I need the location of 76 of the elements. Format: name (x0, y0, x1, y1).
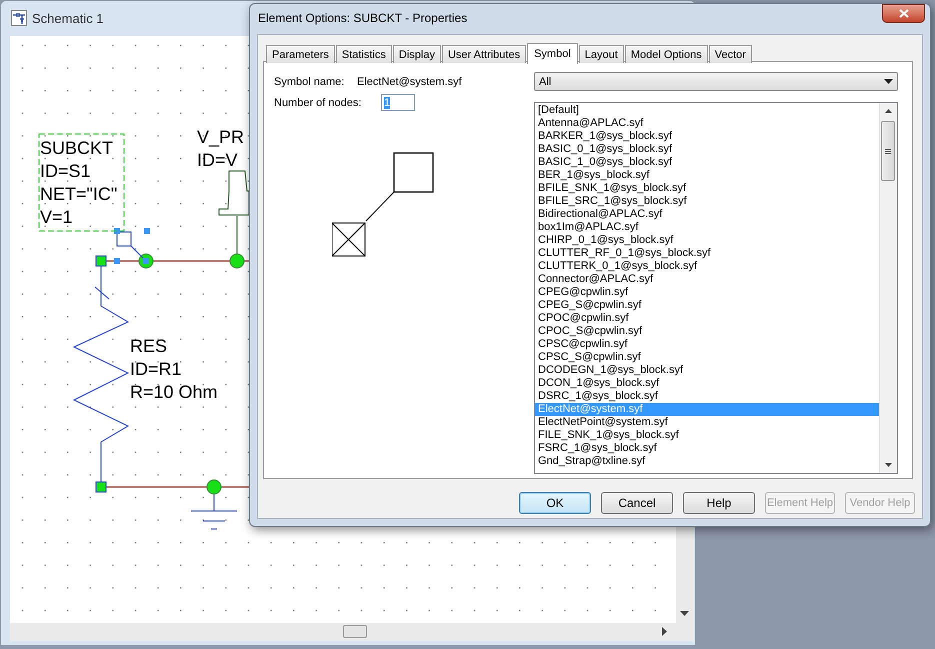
tab[interactable]: User Attributes (442, 45, 526, 63)
list-item[interactable]: BASIC_0_1@sys_block.syf (535, 143, 879, 156)
list-item[interactable]: CPOC@cpwlin.syf (535, 312, 879, 325)
list-item[interactable]: BASIC_1_0@sys_block.syf (535, 156, 879, 169)
grip-icon (885, 148, 891, 154)
list-item[interactable]: Antenna@APLAC.syf (535, 117, 879, 130)
scroll-thumb[interactable] (343, 625, 367, 638)
connection-node (230, 254, 244, 268)
component-property: ID=R1 (130, 359, 182, 379)
component-property: V=1 (40, 207, 73, 227)
tab[interactable]: Display (392, 45, 441, 63)
list-item[interactable]: CLUTTERK_0_1@sys_block.syf (535, 260, 879, 273)
scroll-up-icon[interactable] (885, 109, 892, 113)
list-item[interactable]: DCODEGN_1@sys_block.syf (535, 364, 879, 377)
list-item[interactable]: BARKER_1@sys_block.syf (535, 130, 879, 143)
list-item[interactable]: box1Im@APLAC.syf (535, 221, 879, 234)
list-item[interactable]: FSRC_1@sys_block.syf (535, 442, 879, 455)
close-icon (898, 9, 908, 18)
list-item[interactable]: CPEG_S@cpwlin.syf (535, 299, 879, 312)
component-property: SUBCKT (40, 138, 114, 158)
scroll-down-icon[interactable] (680, 611, 689, 617)
close-button[interactable] (882, 4, 925, 23)
tab[interactable]: Parameters (266, 45, 335, 63)
list-item[interactable]: Bidirectional@APLAC.syf (535, 208, 879, 221)
list-item[interactable]: CPOC_S@cpwlin.syf (535, 325, 879, 338)
list-item[interactable]: [Default] (535, 104, 879, 117)
pin-node (96, 482, 106, 492)
dialog-button[interactable]: Cancel (601, 492, 673, 514)
field-label: Number of nodes: (274, 96, 362, 108)
tab[interactable]: Model Options (624, 45, 708, 63)
dialog-title: Element Options: SUBCKT - Properties (258, 11, 468, 25)
selection-handle[interactable] (114, 258, 120, 264)
schematic-icon (11, 10, 27, 26)
list-item[interactable]: BFILE_SNK_1@sys_block.syf (535, 182, 879, 195)
scroll-down-icon[interactable] (885, 463, 892, 467)
scroll-right-icon[interactable] (662, 627, 668, 636)
component-property: R=10 Ohm (130, 382, 218, 402)
dialog-button[interactable]: OK (519, 492, 591, 514)
list-item[interactable]: CPSC_S@cpwlin.syf (535, 351, 879, 364)
tab[interactable]: Statistics (336, 45, 392, 63)
subcircuit-port (116, 232, 144, 260)
field-label: Symbol name: (274, 76, 346, 88)
wire (236, 216, 238, 254)
list-item[interactable]: CLUTTER_RF_0_1@sys_block.syf (535, 247, 879, 260)
list-item[interactable]: BER_1@sys_block.syf (535, 169, 879, 182)
connection-node (206, 480, 222, 494)
list-item[interactable]: DSRC_1@sys_block.syf (535, 390, 879, 403)
list-item[interactable]: BFILE_SRC_1@sys_block.syf (535, 195, 879, 208)
component-property: ID=S1 (40, 161, 91, 181)
tab[interactable]: Symbol (527, 43, 578, 64)
dialog-button[interactable]: Help (683, 492, 755, 514)
tab[interactable]: Vector (708, 45, 752, 63)
list-item[interactable]: CPEG@cpwlin.syf (535, 286, 879, 299)
selection-handle[interactable] (144, 228, 150, 234)
component-property: RES (130, 336, 168, 356)
component-property: ID=V (197, 150, 238, 170)
window-title: Schematic 1 (32, 10, 104, 26)
dropdown-arrow-icon (884, 78, 893, 84)
list-item[interactable]: ElectNetPoint@system.syf (535, 416, 879, 429)
list-item[interactable]: DCON_1@sys_block.syf (535, 377, 879, 390)
list-item[interactable]: FILE_SNK_1@sys_block.syf (535, 429, 879, 442)
list-item[interactable]: Gnd_Strap@txline.syf (535, 455, 879, 468)
pin-node (96, 256, 106, 266)
list-item[interactable]: CPSC@cpwlin.syf (535, 338, 879, 351)
list-item[interactable]: Connector@APLAC.syf (535, 273, 879, 286)
selection-handle[interactable] (114, 228, 120, 234)
tab[interactable]: Layout (578, 45, 624, 63)
symbol-name: ElectNet@system.syf (357, 76, 462, 88)
list-item[interactable]: CHIRP_0_1@sys_block.syf (535, 234, 879, 247)
component-property: NET="IC" (40, 184, 118, 204)
scroll-thumb[interactable] (881, 121, 895, 181)
ground-symbol (190, 494, 238, 530)
selection-handle[interactable] (143, 258, 149, 264)
filter-dropdown[interactable]: All (534, 72, 898, 91)
probe-symbol (218, 170, 250, 216)
component-property: V_PR (197, 127, 244, 147)
